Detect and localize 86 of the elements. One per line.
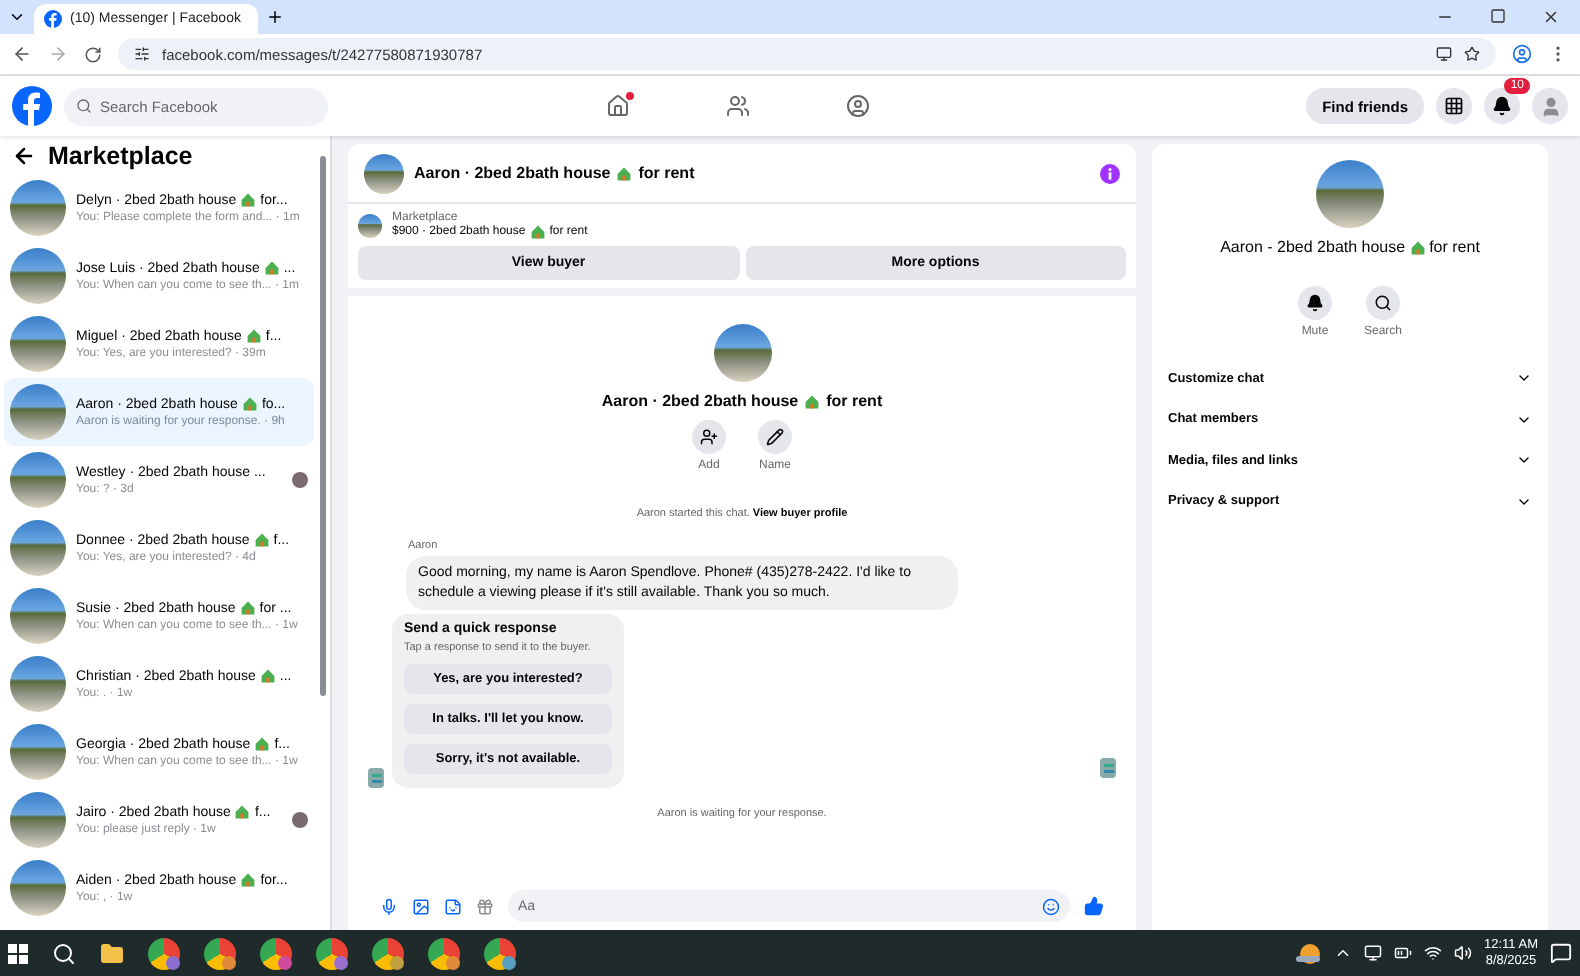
weather-icon[interactable] — [1294, 941, 1323, 965]
pencil-icon — [766, 428, 784, 446]
photo-placeholder — [10, 656, 66, 712]
house-icon — [234, 804, 251, 820]
profile-title: Aaron · 2bed 2bath house for rent — [601, 392, 883, 410]
photo-placeholder — [10, 248, 66, 304]
folder-icon[interactable] — [100, 941, 124, 965]
home-icon[interactable] — [605, 94, 630, 118]
microphone-icon[interactable] — [380, 897, 398, 915]
friends-icon[interactable] — [725, 94, 750, 118]
scrollbar[interactable] — [320, 156, 326, 696]
info-icon[interactable] — [1100, 163, 1120, 183]
display-icon[interactable] — [1364, 944, 1383, 962]
photo-placeholder — [10, 792, 66, 848]
house-icon — [253, 532, 270, 548]
facebook-logo-icon — [44, 10, 62, 28]
notifications-button[interactable] — [1484, 88, 1520, 124]
sticker-icon[interactable] — [444, 897, 462, 915]
chat-title: Aaron · 2bed 2bath house for rent — [414, 164, 695, 182]
site-settings-icon[interactable] — [134, 46, 150, 62]
search-icon — [1373, 294, 1392, 312]
seen-indicator-icon — [368, 768, 384, 788]
maximize-icon[interactable] — [1490, 8, 1506, 24]
photo-placeholder — [10, 588, 66, 644]
wifi-icon[interactable] — [1424, 944, 1443, 962]
bell-icon — [1492, 96, 1512, 116]
sidebar-title: Marketplace — [48, 142, 193, 170]
seen-indicator-icon — [1100, 758, 1116, 778]
install-icon[interactable] — [1436, 46, 1452, 62]
photo-placeholder — [364, 153, 404, 193]
house-icon — [616, 165, 633, 181]
user-icon — [1539, 95, 1561, 117]
emoji-icon[interactable] — [1042, 897, 1060, 915]
browser-icon[interactable] — [260, 937, 292, 969]
groups-icon[interactable] — [845, 94, 870, 118]
close-icon[interactable] — [1542, 8, 1560, 26]
photo-placeholder — [10, 724, 66, 780]
house-icon — [241, 396, 258, 412]
photo-placeholder — [713, 324, 771, 382]
menu-button[interactable] — [1436, 88, 1472, 124]
photo-placeholder — [10, 180, 66, 236]
browser-icon[interactable] — [148, 937, 180, 969]
volume-icon[interactable] — [1454, 944, 1473, 962]
house-icon — [259, 668, 276, 684]
photo-placeholder — [10, 520, 66, 576]
profile-icon[interactable] — [1512, 44, 1532, 64]
bookmark-icon[interactable] — [1464, 46, 1480, 62]
like-icon[interactable] — [1084, 896, 1104, 916]
house-icon — [263, 260, 280, 276]
tab-list-icon[interactable] — [8, 8, 26, 26]
account-button[interactable] — [1532, 88, 1568, 124]
photo-placeholder — [10, 452, 66, 508]
house-icon — [239, 600, 256, 616]
photo-placeholder — [10, 860, 66, 916]
house-icon — [1409, 239, 1426, 255]
house-icon — [240, 872, 257, 888]
battery-icon[interactable] — [1394, 944, 1413, 962]
photo-placeholder — [1316, 160, 1384, 228]
bell-icon — [1305, 294, 1324, 312]
browser-icon[interactable] — [428, 937, 460, 969]
new-tab-icon[interactable] — [266, 8, 284, 26]
house-icon — [240, 192, 257, 208]
search-icon[interactable] — [52, 941, 76, 965]
house-icon — [529, 224, 546, 240]
photo-placeholder — [10, 316, 66, 372]
back-icon[interactable] — [12, 44, 32, 64]
back-icon[interactable] — [12, 144, 36, 168]
browser-icon[interactable] — [204, 937, 236, 969]
browser-icon[interactable] — [372, 937, 404, 969]
details-title: Aaron - 2bed 2bath house for rent — [1220, 238, 1480, 256]
browser-icon[interactable] — [484, 937, 516, 969]
grid-icon — [1444, 96, 1464, 116]
house-icon — [245, 328, 262, 344]
chevron-icon[interactable] — [1334, 944, 1353, 962]
facebook-logo-icon[interactable] — [12, 86, 52, 126]
image-icon[interactable] — [412, 897, 430, 915]
add-person-icon — [700, 428, 718, 446]
search-icon — [76, 98, 92, 114]
reload-icon[interactable] — [84, 45, 102, 63]
photo-placeholder — [358, 214, 382, 238]
start-icon[interactable] — [8, 943, 28, 963]
browser-icon[interactable] — [316, 937, 348, 969]
house-icon — [804, 393, 821, 409]
photo-placeholder — [10, 384, 66, 440]
notifications-icon[interactable] — [1550, 942, 1572, 964]
house-icon — [254, 736, 271, 752]
